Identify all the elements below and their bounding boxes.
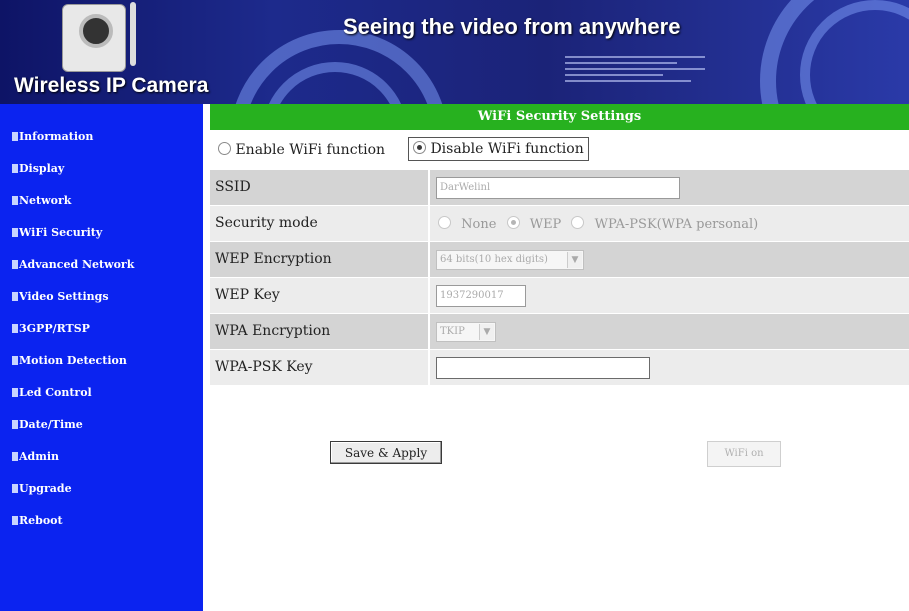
wep-key-input[interactable]: 1937290017 <box>436 285 526 307</box>
sidebar-item-network[interactable]: Network <box>12 194 203 226</box>
camera-lens-icon <box>79 14 113 48</box>
bullet-icon <box>12 164 18 173</box>
enable-wifi-option[interactable]: Enable WiFi function <box>218 142 385 158</box>
sidebar-item-label: 3GPP/RTSP <box>19 322 90 335</box>
security-wpa-psk-label: WPA-PSK(WPA personal) <box>594 217 759 232</box>
security-mode-label: Security mode <box>210 206 428 241</box>
wpa-encryption-value: TKIP <box>440 326 465 337</box>
sidebar-item-advanced-network[interactable]: Advanced Network <box>12 258 203 290</box>
sidebar-item-label: Led Control <box>19 386 92 399</box>
save-apply-button[interactable]: Save & Apply <box>330 441 442 464</box>
disable-wifi-radio[interactable] <box>413 141 426 154</box>
bullet-icon <box>12 516 18 525</box>
header-banner: Wireless IP Camera Seeing the video from… <box>0 0 909 104</box>
bullet-icon <box>12 228 18 237</box>
ssid-row: SSID DarWelinl <box>210 170 909 206</box>
sidebar-item-label: Information <box>19 130 94 143</box>
sidebar-item-information[interactable]: Information <box>12 130 203 162</box>
bullet-icon <box>12 260 18 269</box>
banner-fine-print-decoration <box>565 52 705 94</box>
bullet-icon <box>12 356 18 365</box>
wep-encryption-row: WEP Encryption 64 bits(10 hex digits) ▼ <box>210 242 909 278</box>
sidebar-item-3gpp-rtsp[interactable]: 3GPP/RTSP <box>12 322 203 354</box>
sidebar-item-wifi-security[interactable]: WiFi Security <box>12 226 203 258</box>
security-none-label: None <box>461 217 497 232</box>
bullet-icon <box>12 420 18 429</box>
sidebar-item-reboot[interactable]: Reboot <box>12 514 203 546</box>
wep-encryption-label: WEP Encryption <box>210 242 428 277</box>
sidebar-item-motion-detection[interactable]: Motion Detection <box>12 354 203 386</box>
bullet-icon <box>12 388 18 397</box>
wifi-on-button[interactable]: WiFi on <box>707 441 781 467</box>
bullet-icon <box>12 324 18 333</box>
ssid-input[interactable]: DarWelinl <box>436 177 680 199</box>
sidebar-item-led-control[interactable]: Led Control <box>12 386 203 418</box>
bullet-icon <box>12 292 18 301</box>
security-none-radio[interactable] <box>438 216 451 229</box>
sidebar-item-label: Network <box>19 194 72 207</box>
bullet-icon <box>12 196 18 205</box>
disable-wifi-label: Disable WiFi function <box>430 141 584 157</box>
sidebar-item-date-time[interactable]: Date/Time <box>12 418 203 450</box>
sidebar-item-label: Reboot <box>19 514 63 527</box>
security-wpa-psk-radio[interactable] <box>571 216 585 229</box>
sidebar-item-admin[interactable]: Admin <box>12 450 203 482</box>
wpa-encryption-select[interactable]: TKIP ▼ <box>436 322 496 342</box>
sidebar-item-label: WiFi Security <box>19 226 103 239</box>
chevron-down-icon: ▼ <box>479 324 494 340</box>
page-title: WiFi Security Settings <box>210 104 909 130</box>
brand-title: Wireless IP Camera <box>14 74 209 97</box>
wpa-encryption-label: WPA Encryption <box>210 314 428 349</box>
sidebar-item-label: Admin <box>19 450 60 463</box>
wifi-toggle-row: Enable WiFi function Disable WiFi functi… <box>210 130 909 170</box>
bullet-icon <box>12 452 18 461</box>
wpa-psk-key-row: WPA-PSK Key <box>210 350 909 386</box>
sidebar-item-video-settings[interactable]: Video Settings <box>12 290 203 322</box>
sidebar-item-label: Date/Time <box>19 418 83 431</box>
sidebar-item-display[interactable]: Display <box>12 162 203 194</box>
wpa-encryption-row: WPA Encryption TKIP ▼ <box>210 314 909 350</box>
ssid-label: SSID <box>210 170 428 205</box>
wep-key-row: WEP Key 1937290017 <box>210 278 909 314</box>
sidebar-item-label: Advanced Network <box>19 258 135 271</box>
sidebar-nav: Information Display Network WiFi Securit… <box>0 104 203 611</box>
enable-wifi-radio[interactable] <box>218 142 231 155</box>
enable-wifi-label: Enable WiFi function <box>235 142 386 158</box>
sidebar-item-label: Upgrade <box>19 482 72 495</box>
bullet-icon <box>12 484 18 493</box>
security-wep-radio[interactable] <box>506 216 520 229</box>
wep-encryption-select[interactable]: 64 bits(10 hex digits) ▼ <box>436 250 584 270</box>
security-mode-row: Security mode None WEP WPA-PSK(WPA perso… <box>210 206 909 242</box>
wep-key-label: WEP Key <box>210 278 428 313</box>
header-tagline: Seeing the video from anywhere <box>343 14 681 39</box>
wep-encryption-value: 64 bits(10 hex digits) <box>440 254 548 265</box>
wpa-psk-key-input[interactable] <box>436 357 650 379</box>
sidebar-item-upgrade[interactable]: Upgrade <box>12 482 203 514</box>
sidebar-item-label: Display <box>19 162 65 175</box>
wpa-psk-key-label: WPA-PSK Key <box>210 350 428 385</box>
security-wep-label: WEP <box>529 217 562 232</box>
bullet-icon <box>12 132 18 141</box>
sidebar-item-label: Video Settings <box>19 290 109 303</box>
main-content: WiFi Security Settings Enable WiFi funct… <box>210 104 909 467</box>
camera-antenna-icon <box>130 2 136 66</box>
chevron-down-icon: ▼ <box>567 252 582 268</box>
disable-wifi-option[interactable]: Disable WiFi function <box>408 137 589 161</box>
sidebar-item-label: Motion Detection <box>19 354 127 367</box>
